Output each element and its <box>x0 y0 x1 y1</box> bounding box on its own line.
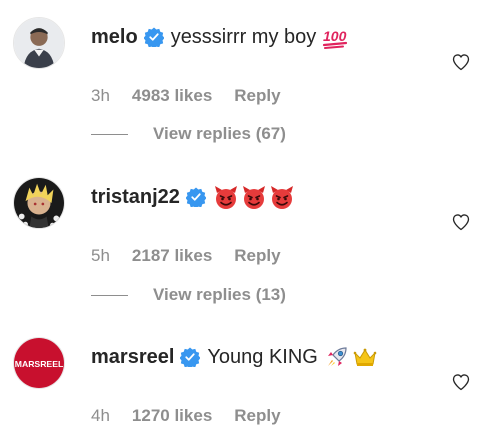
view-replies-label: View replies (67) <box>153 124 286 143</box>
view-replies-button[interactable]: View replies (67) <box>91 124 286 144</box>
reply-button[interactable]: Reply <box>234 86 280 106</box>
likes-count[interactable]: 4983 likes <box>132 86 212 106</box>
like-heart-icon[interactable] <box>451 52 471 72</box>
likes-count[interactable]: 1270 likes <box>132 406 212 426</box>
avatar[interactable] <box>13 17 65 69</box>
avatar[interactable]: MARSREEL <box>13 337 65 389</box>
avatar[interactable] <box>13 177 65 229</box>
replies-divider <box>91 133 128 135</box>
comment-item: melo yesssirrr my boy 100 3h 4983 likes … <box>0 16 497 126</box>
smiling-devil-emoji <box>213 184 239 210</box>
likes-count[interactable]: 2187 likes <box>132 246 212 266</box>
reply-button[interactable]: Reply <box>234 246 280 266</box>
comment-text: Young KING <box>207 346 318 368</box>
comment-text: yesssirrr my boy <box>170 26 317 48</box>
like-heart-icon[interactable] <box>451 212 471 232</box>
username[interactable]: melo <box>91 24 138 50</box>
replies-divider <box>91 294 128 296</box>
comment-timestamp: 3h <box>91 86 110 105</box>
verified-badge-icon <box>180 347 201 367</box>
comment-item: MARSREEL marsreel Young KING 4h 1270 lik… <box>0 336 497 442</box>
like-heart-icon[interactable] <box>451 372 471 392</box>
marsreel-logo: MARSREEL <box>15 359 64 369</box>
view-replies-button[interactable]: View replies (13) <box>91 285 286 305</box>
comment-body: marsreel Young KING <box>91 344 380 370</box>
comment-meta: 5h 2187 likes Reply <box>91 246 281 266</box>
username[interactable]: tristanj22 <box>91 184 180 210</box>
verified-badge-icon <box>185 187 206 207</box>
verified-badge-icon <box>143 27 164 47</box>
rocket-emoji <box>324 344 350 370</box>
smiling-devil-emoji <box>241 184 267 210</box>
svg-text:100: 100 <box>323 28 347 44</box>
comment-body: melo yesssirrr my boy 100 <box>91 24 350 50</box>
smiling-devil-emoji <box>269 184 295 210</box>
comment-body: tristanj22 <box>91 184 297 210</box>
comment-timestamp: 4h <box>91 406 110 425</box>
reply-button[interactable]: Reply <box>234 406 280 426</box>
comment-meta: 4h 1270 likes Reply <box>91 406 281 426</box>
crown-emoji <box>352 344 378 370</box>
username[interactable]: marsreel <box>91 344 174 370</box>
comment-item: tristanj22 5h 2187 likes Reply <box>0 176 497 286</box>
comment-meta: 3h 4983 likes Reply <box>91 86 281 106</box>
hundred-points-emoji: 100 <box>322 24 348 50</box>
view-replies-label: View replies (13) <box>153 285 286 304</box>
comment-timestamp: 5h <box>91 246 110 265</box>
